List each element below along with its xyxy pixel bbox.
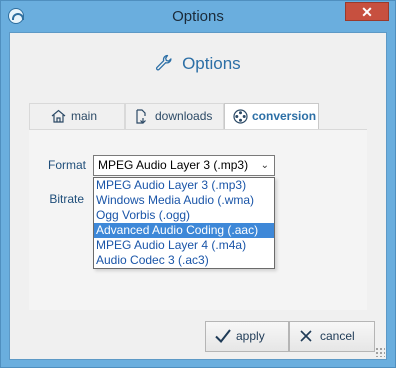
tab-main-label: main <box>71 109 98 123</box>
tab-main[interactable]: main <box>29 103 125 130</box>
tab-downloads[interactable]: downloads <box>125 103 224 130</box>
format-select[interactable]: MPEG Audio Layer 3 (.mp3) ⌄ <box>93 155 275 176</box>
format-option-mp3[interactable]: MPEG Audio Layer 3 (.mp3) <box>94 178 274 193</box>
format-dropdown-list: MPEG Audio Layer 3 (.mp3) Windows Media … <box>93 177 275 269</box>
chevron-down-icon: ⌄ <box>260 160 269 171</box>
bitrate-label: Bitrate <box>49 192 84 206</box>
house-icon <box>51 109 66 123</box>
options-window: Options ✕ Options main downloads convers… <box>0 0 396 368</box>
tab-conversion[interactable]: conversion <box>224 103 319 131</box>
checkmark-icon <box>215 329 231 344</box>
wrench-icon <box>156 54 172 71</box>
tab-downloads-label: downloads <box>155 109 213 123</box>
download-icon <box>136 109 146 124</box>
title-bar[interactable]: Options ✕ <box>1 1 395 31</box>
cross-icon <box>300 330 312 342</box>
format-option-wma[interactable]: Windows Media Audio (.wma) <box>94 193 274 208</box>
film-reel-icon <box>233 109 248 124</box>
cancel-button[interactable]: cancel <box>289 321 375 352</box>
cancel-button-label: cancel <box>320 329 355 343</box>
format-option-ogg[interactable]: Ogg Vorbis (.ogg) <box>94 208 274 223</box>
format-option-m4a[interactable]: MPEG Audio Layer 4 (.m4a) <box>94 238 274 253</box>
resize-grip[interactable] <box>375 347 385 357</box>
header-title: Options <box>182 54 241 73</box>
tab-strip: main downloads conversion <box>29 103 319 131</box>
window-title: Options <box>172 8 224 25</box>
close-button[interactable]: ✕ <box>345 2 389 21</box>
options-header: Options <box>10 54 386 74</box>
format-option-ac3[interactable]: Audio Codec 3 (.ac3) <box>94 253 274 268</box>
format-label: Format <box>47 158 86 172</box>
tab-conversion-label: conversion <box>252 109 317 123</box>
format-select-value: MPEG Audio Layer 3 (.mp3) <box>98 158 249 172</box>
apply-button[interactable]: apply <box>205 321 289 352</box>
apply-button-label: apply <box>236 329 265 343</box>
format-option-aac[interactable]: Advanced Audio Coding (.aac) <box>94 223 274 238</box>
